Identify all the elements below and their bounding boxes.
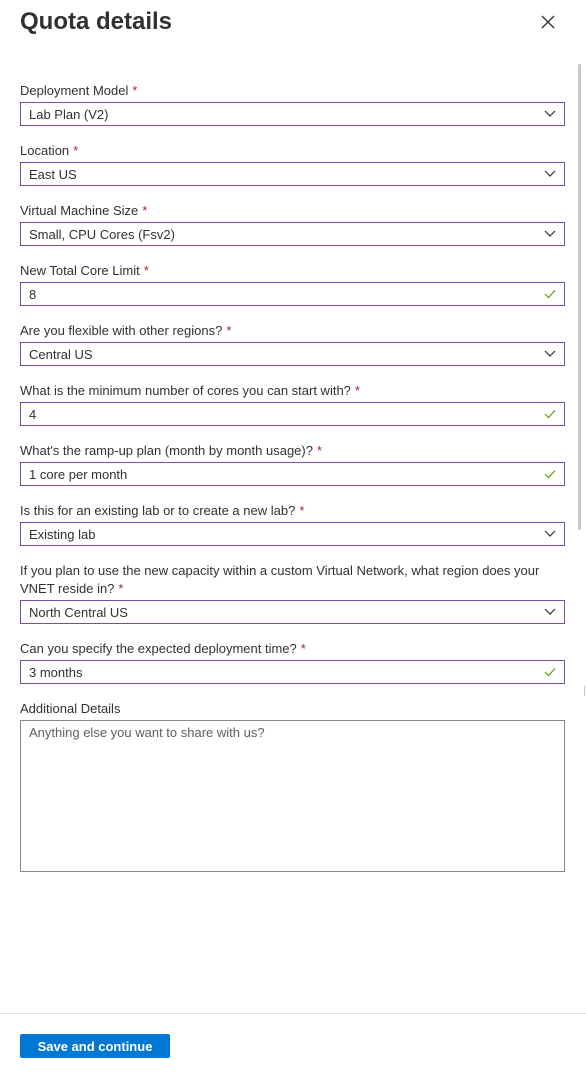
flexible-regions-label: Are you flexible with other regions? * [20, 323, 232, 338]
required-marker: * [316, 443, 323, 458]
required-marker: * [300, 641, 306, 656]
required-marker: * [299, 503, 305, 518]
deployment-time-value: 3 months [29, 664, 83, 680]
checkmark-icon [539, 403, 561, 425]
min-cores-input[interactable]: 4 [20, 402, 565, 426]
vnet-region-value: North Central US [29, 604, 128, 620]
quota-form: Deployment Model * Lab Plan (V2) Location… [20, 82, 565, 872]
location-value: East US [29, 166, 77, 182]
ramp-up-label: What's the ramp-up plan (month by month … [20, 443, 323, 458]
panel-title: Quota details [20, 8, 173, 35]
lab-type-label: Is this for an existing lab or to create… [20, 503, 305, 518]
vm-size-dropdown[interactable]: Small, CPU Cores (Fsv2) [20, 222, 565, 246]
additional-details-textarea[interactable] [20, 720, 565, 872]
core-limit-input[interactable]: 8 [20, 282, 565, 306]
panel-footer: Save and continue [0, 1013, 586, 1077]
save-and-continue-button[interactable]: Save and continue [20, 1034, 170, 1058]
min-cores-label: What is the minimum number of cores you … [20, 383, 360, 398]
chevron-down-icon [539, 223, 561, 245]
vm-size-value: Small, CPU Cores (Fsv2) [29, 226, 175, 242]
lab-type-value: Existing lab [29, 526, 96, 542]
ramp-up-value: 1 core per month [29, 466, 128, 482]
scrollbar-edge [584, 686, 585, 696]
checkmark-icon [539, 463, 561, 485]
required-marker: * [354, 383, 360, 398]
ramp-up-input[interactable]: 1 core per month [20, 462, 565, 486]
ramp-up-field: What's the ramp-up plan (month by month … [20, 442, 565, 486]
required-marker: * [226, 323, 232, 338]
chevron-down-icon [539, 163, 561, 185]
chevron-down-icon [539, 601, 561, 623]
required-marker: * [142, 203, 148, 218]
chevron-down-icon [539, 523, 561, 545]
deployment-model-label: Deployment Model * [20, 83, 138, 98]
flexible-regions-field: Are you flexible with other regions? * Ce… [20, 322, 565, 366]
deployment-time-label: Can you specify the expected deployment … [20, 641, 306, 656]
vnet-region-dropdown[interactable]: North Central US [20, 600, 565, 624]
deployment-time-input[interactable]: 3 months [20, 660, 565, 684]
scrollbar-thumb[interactable] [578, 64, 581, 530]
required-marker: * [118, 581, 124, 596]
deployment-model-value: Lab Plan (V2) [29, 106, 109, 122]
additional-details-field: Additional Details [20, 700, 565, 872]
min-cores-value: 4 [29, 406, 37, 422]
vm-size-label: Virtual Machine Size * [20, 203, 148, 218]
deployment-model-dropdown[interactable]: Lab Plan (V2) [20, 102, 565, 126]
chevron-down-icon [539, 103, 561, 125]
close-icon [541, 15, 555, 29]
chevron-down-icon [539, 343, 561, 365]
lab-type-field: Is this for an existing lab or to create… [20, 502, 565, 546]
lab-type-dropdown[interactable]: Existing lab [20, 522, 565, 546]
vnet-region-label: If you plan to use the new capacity with… [20, 563, 540, 596]
checkmark-icon [539, 661, 561, 683]
additional-details-label: Additional Details [20, 701, 121, 716]
vnet-region-field: If you plan to use the new capacity with… [20, 562, 565, 624]
vm-size-field: Virtual Machine Size * Small, CPU Cores (… [20, 202, 565, 246]
deployment-model-field: Deployment Model * Lab Plan (V2) [20, 82, 565, 126]
deployment-time-field: Can you specify the expected deployment … [20, 640, 565, 684]
core-limit-label: New Total Core Limit * [20, 263, 149, 278]
location-label: Location * [20, 143, 79, 158]
location-dropdown[interactable]: East US [20, 162, 565, 186]
core-limit-value: 8 [29, 286, 37, 302]
close-button[interactable] [536, 10, 560, 34]
min-cores-field: What is the minimum number of cores you … [20, 382, 565, 426]
checkmark-icon [539, 283, 561, 305]
location-field: Location * East US [20, 142, 565, 186]
required-marker: * [73, 143, 79, 158]
core-limit-field: New Total Core Limit * 8 [20, 262, 565, 306]
flexible-regions-dropdown[interactable]: Central US [20, 342, 565, 366]
required-marker: * [143, 263, 149, 278]
quota-details-panel: Quota details Deployment Model * Lab Plan… [0, 0, 586, 1077]
flexible-regions-value: Central US [29, 346, 93, 362]
required-marker: * [132, 83, 138, 98]
